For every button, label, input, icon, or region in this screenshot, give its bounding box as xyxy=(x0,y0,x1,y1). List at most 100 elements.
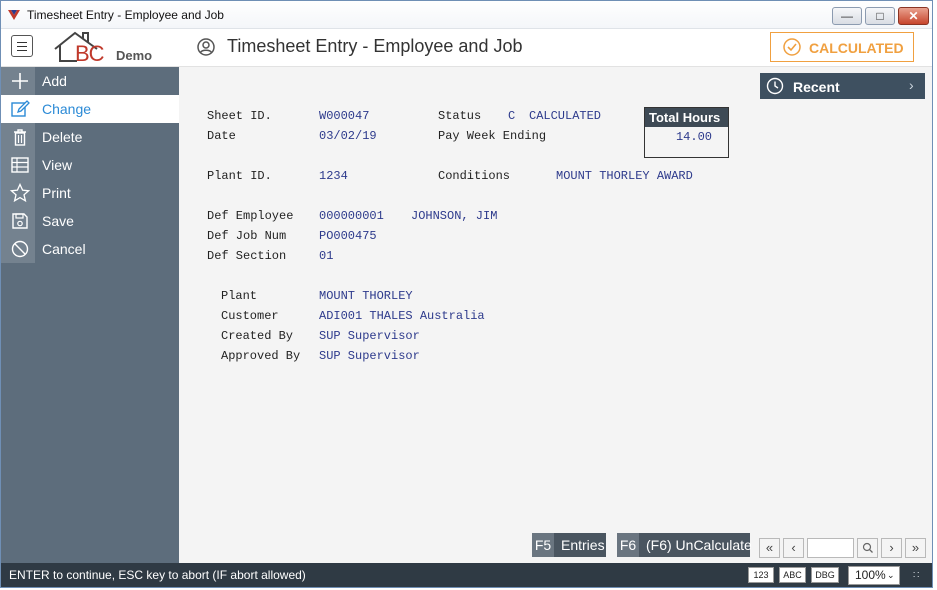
def-employee-label: Def Employee xyxy=(207,209,294,223)
fkey-label: Entries xyxy=(561,537,605,553)
customer-value: ADI001 THALES Australia xyxy=(319,309,485,323)
close-button[interactable]: ✕ xyxy=(898,7,929,25)
hamburger-icon xyxy=(17,42,27,43)
entries-button[interactable]: F5 Entries xyxy=(532,533,606,557)
plant-value: MOUNT THORLEY xyxy=(319,289,413,303)
plant-label: Plant xyxy=(221,289,258,303)
approved-by-value: SUP Supervisor xyxy=(319,349,420,363)
check-circle-icon xyxy=(783,38,801,56)
title-bar: Timesheet Entry - Employee and Job — □ ✕ xyxy=(1,1,932,29)
sidebar-item-delete[interactable]: Delete xyxy=(1,123,179,151)
next-page-button[interactable]: › xyxy=(881,538,902,558)
chevron-left-icon: ‹ xyxy=(791,540,796,555)
recent-label: Recent xyxy=(793,79,840,95)
plus-icon xyxy=(12,73,28,89)
total-hours-label: Total Hours xyxy=(645,108,728,127)
date-label: Date xyxy=(207,129,236,143)
prev-page-button[interactable]: ‹ xyxy=(783,538,804,558)
sidebar-item-label: Print xyxy=(42,185,71,201)
customer-label: Customer xyxy=(221,309,279,323)
user-icon xyxy=(197,38,215,56)
sidebar-item-label: Delete xyxy=(42,129,83,145)
status-message: ENTER to continue, ESC key to abort (IF … xyxy=(9,568,306,582)
status-label: Status xyxy=(438,109,482,123)
page-title: Timesheet Entry - Employee and Job xyxy=(227,36,523,56)
numeric-mode-button[interactable]: 123 xyxy=(748,567,774,583)
logo-letters: BC xyxy=(75,41,105,66)
logo-suffix: Demo xyxy=(116,48,153,63)
conditions-label: Conditions xyxy=(438,169,511,183)
sidebar: Add Change Delete View Print Save Cancel xyxy=(1,67,179,563)
sidebar-item-label: Add xyxy=(42,73,67,89)
status-badge: CALCULATED xyxy=(770,32,914,62)
def-employee-name: JOHNSON, JIM xyxy=(411,209,498,223)
uncalculate-button[interactable]: F6 (F6) UnCalculate xyxy=(617,533,752,557)
minimize-icon: — xyxy=(841,9,853,23)
total-hours-box: Total Hours 14.00 xyxy=(644,107,729,158)
first-page-button[interactable]: « xyxy=(759,538,780,558)
fkey-badge: F5 xyxy=(532,533,554,557)
def-section-value[interactable]: 01 xyxy=(319,249,333,263)
debug-button[interactable]: DBG xyxy=(811,567,839,583)
edit-icon xyxy=(11,100,30,117)
floppy-icon xyxy=(12,213,28,229)
page-input[interactable] xyxy=(807,538,854,558)
minimize-button[interactable]: — xyxy=(832,7,862,25)
total-hours-value: 14.00 xyxy=(675,130,712,144)
sidebar-item-print[interactable]: Print xyxy=(1,179,179,207)
recent-button[interactable]: Recent › xyxy=(760,73,925,99)
date-value[interactable]: 03/02/19 xyxy=(319,129,377,143)
zoom-value: 100% xyxy=(855,568,886,582)
hamburger-menu-button[interactable] xyxy=(11,35,33,57)
search-icon xyxy=(862,542,873,553)
app-logo-icon xyxy=(8,10,20,20)
def-job-label: Def Job Num xyxy=(207,229,287,243)
sidebar-item-label: Save xyxy=(42,213,74,229)
star-icon xyxy=(9,182,31,203)
zoom-select[interactable]: 100% ⌄ xyxy=(848,566,900,585)
window-title: Timesheet Entry - Employee and Job xyxy=(27,8,224,22)
app-window: Timesheet Entry - Employee and Job — □ ✕… xyxy=(0,0,933,588)
def-job-value[interactable]: PO000475 xyxy=(319,229,377,243)
maximize-button[interactable]: □ xyxy=(865,7,895,25)
clock-icon xyxy=(766,77,784,95)
sheet-id-label: Sheet ID. xyxy=(207,109,272,123)
sidebar-item-change[interactable]: Change xyxy=(1,95,179,123)
plant-id-label: Plant ID. xyxy=(207,169,272,183)
chevron-right-icon: › xyxy=(909,77,914,93)
app-header: BC Demo Timesheet Entry - Employee and J… xyxy=(1,29,932,67)
status-badge-label: CALCULATED xyxy=(809,40,904,56)
conditions-value: MOUNT THORLEY AWARD xyxy=(556,169,693,183)
hamburger-icon-line xyxy=(17,50,27,51)
fkey-label: (F6) UnCalculate xyxy=(646,537,752,553)
close-icon: ✕ xyxy=(908,9,919,23)
pay-week-label: Pay Week Ending xyxy=(438,129,547,143)
cancel-icon xyxy=(11,240,29,258)
fkey-badge: F6 xyxy=(617,533,639,557)
sidebar-item-view[interactable]: View xyxy=(1,151,179,179)
last-page-button[interactable]: » xyxy=(905,538,926,558)
double-chevron-right-icon: » xyxy=(911,540,920,555)
approved-by-label: Approved By xyxy=(221,349,301,363)
created-by-value: SUP Supervisor xyxy=(319,329,420,343)
alpha-mode-button[interactable]: ABC xyxy=(779,567,806,583)
def-employee-value[interactable]: 000000001 xyxy=(319,209,384,223)
created-by-label: Created By xyxy=(221,329,294,343)
sidebar-item-cancel[interactable]: Cancel xyxy=(1,235,179,263)
chevron-down-icon: ⌄ xyxy=(887,570,895,580)
status-bar: ENTER to continue, ESC key to abort (IF … xyxy=(1,563,932,587)
sidebar-item-label: Change xyxy=(42,101,92,117)
sidebar-item-label: View xyxy=(42,157,73,173)
page-search-button[interactable] xyxy=(857,538,878,558)
sheet-id-value[interactable]: W000047 xyxy=(319,109,369,123)
chevron-right-icon: › xyxy=(889,540,894,555)
table-icon xyxy=(11,157,29,173)
main-content xyxy=(179,67,932,563)
hamburger-icon-line xyxy=(17,46,27,47)
trash-icon xyxy=(14,129,26,146)
plant-id-value[interactable]: 1234 xyxy=(319,169,348,183)
sidebar-item-save[interactable]: Save xyxy=(1,207,179,235)
sidebar-item-label: Cancel xyxy=(42,241,86,257)
maximize-icon: □ xyxy=(876,9,884,23)
sidebar-item-add[interactable]: Add xyxy=(1,67,179,95)
